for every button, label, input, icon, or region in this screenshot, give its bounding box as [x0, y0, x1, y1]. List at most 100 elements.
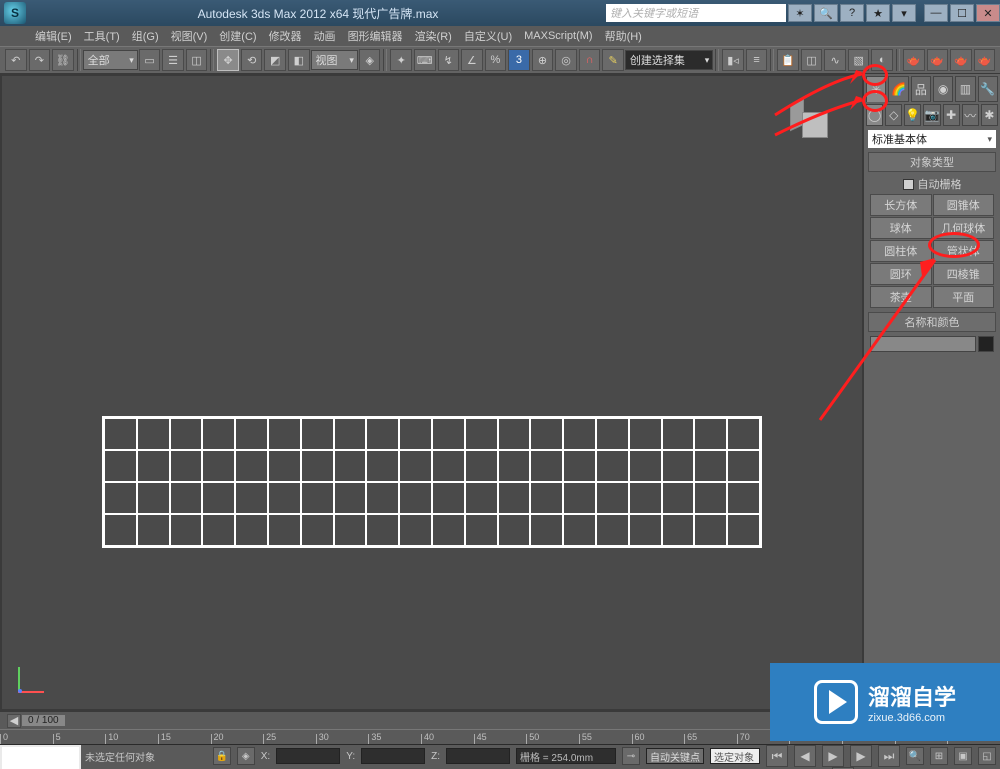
- help-doc-icon[interactable]: ?: [840, 4, 864, 22]
- btn-cylinder[interactable]: 圆柱体: [870, 240, 932, 262]
- help-dropdown-icon[interactable]: ▾: [892, 4, 916, 22]
- maximize-button[interactable]: ☐: [950, 4, 974, 22]
- object-color-swatch[interactable]: [978, 336, 994, 352]
- btn-box[interactable]: 长方体: [870, 194, 932, 216]
- scale-icon[interactable]: ◩: [264, 49, 286, 71]
- tab-modify[interactable]: 🌈: [888, 76, 908, 102]
- pivot-icon[interactable]: ◈: [359, 49, 381, 71]
- menu-maxscript[interactable]: MAXScript(M): [524, 30, 592, 42]
- help-magnify-icon[interactable]: 🔍: [814, 4, 838, 22]
- menu-group[interactable]: 组(G): [132, 28, 159, 44]
- coord-y[interactable]: [361, 748, 425, 764]
- lock-icon[interactable]: 🔒: [213, 747, 231, 765]
- menu-help[interactable]: 帮助(H): [605, 28, 642, 44]
- autokey-button[interactable]: 自动关键点: [646, 748, 704, 764]
- menu-graph[interactable]: 图形编辑器: [348, 28, 403, 44]
- btn-sphere[interactable]: 球体: [870, 217, 932, 239]
- move-icon[interactable]: ✥: [217, 49, 239, 71]
- rollout-object-type[interactable]: 对象类型: [868, 152, 996, 172]
- tab-hierarchy[interactable]: 品: [911, 76, 931, 102]
- render-icon[interactable]: 🫖: [950, 49, 972, 71]
- isotropic-icon[interactable]: ◈: [237, 747, 255, 765]
- nav-zoom-icon[interactable]: 🔍: [906, 747, 924, 765]
- help-search-input[interactable]: 键入关键字或短语: [606, 4, 786, 22]
- named-selection-dropdown[interactable]: 创建选择集: [625, 50, 713, 70]
- refsys-icon[interactable]: ◧: [288, 49, 310, 71]
- magnet-icon[interactable]: ∩: [579, 49, 601, 71]
- btn-pyramid[interactable]: 四棱锥: [933, 263, 995, 285]
- undo-icon[interactable]: ↶: [5, 49, 27, 71]
- mat-editor-icon[interactable]: ◐: [871, 49, 893, 71]
- object-plane[interactable]: [102, 416, 762, 548]
- mirror-icon[interactable]: ▮◃: [722, 49, 744, 71]
- coord-x[interactable]: [276, 748, 340, 764]
- tab-utilities[interactable]: 🔧: [978, 76, 998, 102]
- subtab-shapes[interactable]: ◇: [885, 104, 902, 126]
- select-name-icon[interactable]: ☰: [162, 49, 184, 71]
- viewport-front[interactable]: [2, 76, 862, 709]
- nav-fov-icon[interactable]: ▣: [954, 747, 972, 765]
- select-icon[interactable]: ▭: [139, 49, 161, 71]
- help-star2-icon[interactable]: ★: [866, 4, 890, 22]
- graphite-icon[interactable]: ◫: [801, 49, 823, 71]
- btn-cone[interactable]: 圆锥体: [933, 194, 995, 216]
- time-slider-handle[interactable]: ◀: [7, 714, 21, 728]
- nav-zoom-all-icon[interactable]: ⊞: [930, 747, 948, 765]
- coord-z[interactable]: [446, 748, 510, 764]
- menu-edit[interactable]: 编辑(E): [35, 28, 72, 44]
- menu-render[interactable]: 渲染(R): [415, 28, 452, 44]
- render-last-icon[interactable]: 🫖: [974, 49, 996, 71]
- render-setup-icon[interactable]: 🫖: [903, 49, 925, 71]
- layer-icon[interactable]: 📋: [777, 49, 799, 71]
- time-position[interactable]: 0 / 100: [22, 715, 65, 726]
- subtab-spacewarps[interactable]: 〰: [962, 104, 979, 126]
- tab-display[interactable]: ▥: [955, 76, 975, 102]
- menu-modifier[interactable]: 修改器: [269, 28, 302, 44]
- goto-end-icon[interactable]: ⏭: [878, 745, 900, 767]
- select-manip-icon[interactable]: ✦: [390, 49, 412, 71]
- category-dropdown[interactable]: 标准基本体: [868, 130, 996, 148]
- redo-icon[interactable]: ↷: [29, 49, 51, 71]
- subtab-lights[interactable]: 💡: [904, 104, 921, 126]
- btn-geosphere[interactable]: 几何球体: [933, 217, 995, 239]
- bulb-icon[interactable]: ✎: [602, 49, 624, 71]
- link-icon[interactable]: ⛓: [52, 49, 74, 71]
- select-region-icon[interactable]: ◫: [186, 49, 208, 71]
- curve-editor-icon[interactable]: ∿: [824, 49, 846, 71]
- spinner-snap-icon[interactable]: ⊕: [532, 49, 554, 71]
- subtab-geometry[interactable]: ◯: [866, 104, 883, 126]
- btn-tube[interactable]: 管状体: [933, 240, 995, 262]
- align-icon[interactable]: ≡: [746, 49, 768, 71]
- minimize-button[interactable]: —: [924, 4, 948, 22]
- keyboard-shortcut-icon[interactable]: ⌨: [414, 49, 436, 71]
- next-frame-icon[interactable]: ▶: [850, 745, 872, 767]
- menu-custom[interactable]: 自定义(U): [464, 28, 512, 44]
- prev-frame-icon[interactable]: ◀: [794, 745, 816, 767]
- app-logo[interactable]: S: [4, 2, 26, 24]
- snap-icon[interactable]: ↯: [438, 49, 460, 71]
- selected-set-field[interactable]: 选定对象: [710, 748, 760, 764]
- tab-create[interactable]: ✳: [866, 76, 886, 102]
- render-frame-icon[interactable]: 🫖: [927, 49, 949, 71]
- btn-teapot[interactable]: 茶壶: [870, 286, 932, 308]
- goto-start-icon[interactable]: ⏮: [766, 745, 788, 767]
- tab-motion[interactable]: ◉: [933, 76, 953, 102]
- snap-3-icon[interactable]: 3: [508, 49, 530, 71]
- btn-torus[interactable]: 圆环: [870, 263, 932, 285]
- play-icon[interactable]: ▶: [822, 745, 844, 767]
- menu-tools[interactable]: 工具(T): [84, 28, 120, 44]
- menu-create[interactable]: 创建(C): [219, 28, 256, 44]
- nav-region-icon[interactable]: ◱: [978, 747, 996, 765]
- subtab-cameras[interactable]: 📷: [923, 104, 940, 126]
- rollout-name-color[interactable]: 名称和颜色: [868, 312, 996, 332]
- close-button[interactable]: ✕: [976, 4, 1000, 22]
- menu-anim[interactable]: 动画: [314, 28, 336, 44]
- object-name-field[interactable]: [870, 336, 976, 352]
- selection-filter-dropdown[interactable]: 全部: [83, 50, 138, 70]
- viewcube[interactable]: [802, 104, 842, 144]
- edit-named-icon[interactable]: ◎: [555, 49, 577, 71]
- menu-view[interactable]: 视图(V): [171, 28, 208, 44]
- subtab-helpers[interactable]: ✚: [943, 104, 960, 126]
- ref-coord-dropdown[interactable]: 视图: [311, 50, 358, 70]
- percent-snap-icon[interactable]: %: [485, 49, 507, 71]
